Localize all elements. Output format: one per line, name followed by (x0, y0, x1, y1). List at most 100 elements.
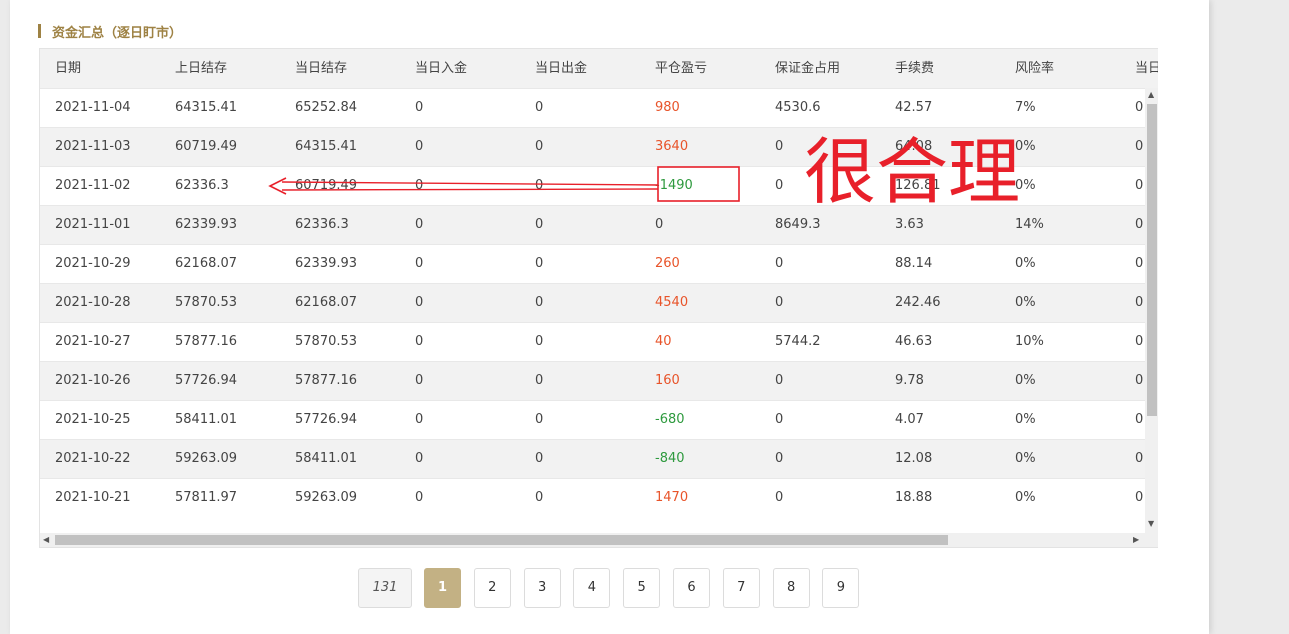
cell-withdrawal: 0 (535, 373, 544, 388)
cell-risk-rate: 7% (1015, 100, 1036, 115)
cell-margin-used: 0 (775, 412, 784, 427)
column-header-curr-balance: 当日结存 (295, 61, 348, 76)
cell-extra: 0 (1135, 373, 1144, 388)
cell-close-pnl: -680 (655, 412, 685, 427)
cell-extra: 0 (1135, 100, 1144, 115)
scroll-down-icon[interactable]: ▼ (1148, 519, 1154, 528)
cell-withdrawal: 0 (535, 100, 544, 115)
cell-prev-balance: 60719.49 (175, 139, 238, 154)
cell-curr-balance: 59263.09 (295, 490, 358, 505)
column-header-fee: 手续费 (895, 61, 935, 76)
cell-margin-used: 4530.6 (775, 100, 821, 115)
cell-date: 2021-10-27 (55, 334, 131, 349)
cell-curr-balance: 57870.53 (295, 334, 358, 349)
cell-risk-rate: 0% (1015, 256, 1036, 271)
page-button-1[interactable]: 1 (424, 568, 461, 608)
cell-fee: 12.08 (895, 451, 933, 466)
cell-withdrawal: 0 (535, 451, 544, 466)
scroll-left-icon[interactable]: ◀ (43, 535, 49, 544)
page-button-9[interactable]: 9 (822, 568, 860, 608)
cell-withdrawal: 0 (535, 334, 544, 349)
cell-margin-used: 0 (775, 178, 784, 193)
page-button-6[interactable]: 6 (673, 568, 710, 608)
cell-close-pnl: 0 (655, 217, 664, 232)
cell-prev-balance: 59263.09 (175, 451, 238, 466)
cell-date: 2021-10-29 (55, 256, 131, 271)
cell-date: 2021-11-03 (55, 139, 131, 154)
cell-risk-rate: 0% (1015, 295, 1036, 310)
cell-fee: 4.07 (895, 412, 924, 427)
cell-deposit: 0 (415, 178, 424, 193)
table-header: 日期 上日结存 当日结存 当日入金 当日出金 平仓盈亏 保证金占用 手续费 风险率 当日 (40, 49, 1158, 88)
cell-withdrawal: 0 (535, 139, 544, 154)
cell-risk-rate: 0% (1015, 373, 1036, 388)
cell-close-pnl: 4540 (655, 295, 689, 310)
vertical-scroll-thumb[interactable] (1147, 104, 1157, 416)
cell-extra: 0 (1135, 256, 1144, 271)
table-row: 2021-10-21 57811.97 59263.09 0 0 1470 0 18.88 0%… (40, 478, 1145, 517)
cell-withdrawal: 0 (535, 256, 544, 271)
cell-deposit: 0 (415, 490, 424, 505)
cell-deposit: 0 (415, 334, 424, 349)
cell-fee: 88.14 (895, 256, 933, 271)
cell-risk-rate: 10% (1015, 334, 1044, 349)
cell-withdrawal: 0 (535, 295, 544, 310)
cell-curr-balance: 57877.16 (295, 373, 358, 388)
page-button-3[interactable]: 3 (523, 568, 561, 608)
horizontal-scroll-thumb[interactable] (55, 535, 948, 545)
cell-curr-balance: 58411.01 (295, 451, 358, 466)
scroll-right-icon[interactable]: ▶ (1133, 535, 1139, 544)
cell-date: 2021-11-02 (55, 178, 131, 193)
page-button-2[interactable]: 2 (473, 568, 511, 608)
cell-extra: 0 (1135, 451, 1144, 466)
cell-margin-used: 0 (775, 295, 784, 310)
cell-extra: 0 (1135, 490, 1144, 505)
vertical-scrollbar[interactable]: ▲ ▼ (1145, 88, 1158, 533)
cell-risk-rate: 0% (1015, 451, 1036, 466)
cell-withdrawal: 0 (535, 217, 544, 232)
annotation-text: 很合理 (804, 130, 1021, 214)
page-button-5[interactable]: 5 (623, 568, 661, 608)
cell-extra: 0 (1135, 217, 1144, 232)
cell-close-pnl: -1490 (655, 178, 693, 193)
cell-risk-rate: 0% (1015, 412, 1036, 427)
table-row: 2021-10-27 57877.16 57870.53 0 0 40 5744.2 46.6… (40, 322, 1145, 361)
cell-date: 2021-10-22 (55, 451, 131, 466)
table-row: 2021-11-04 64315.41 65252.84 0 0 980 4530.6 42.… (40, 88, 1145, 127)
cell-close-pnl: 3640 (655, 139, 689, 154)
scroll-up-icon[interactable]: ▲ (1148, 90, 1154, 99)
page-button-7[interactable]: 7 (722, 568, 760, 608)
cell-deposit: 0 (415, 217, 424, 232)
cell-deposit: 0 (415, 451, 424, 466)
cell-withdrawal: 0 (535, 178, 544, 193)
horizontal-scrollbar[interactable]: ◀ ▶ (40, 533, 1158, 547)
page-button-8[interactable]: 8 (772, 568, 810, 608)
cell-prev-balance: 62168.07 (175, 256, 238, 271)
cell-extra: 0 (1135, 412, 1144, 427)
table-row: 2021-10-28 57870.53 62168.07 0 0 4540 0 242.46 0… (40, 283, 1145, 322)
cell-date: 2021-10-25 (55, 412, 131, 427)
table-row: 2021-10-26 57726.94 57877.16 0 0 160 0 9.78 0% 0 (40, 361, 1145, 400)
table-row: 2021-10-22 59263.09 58411.01 0 0 -840 0 12.08 0%… (40, 439, 1145, 478)
table-row: 2021-10-25 58411.01 57726.94 0 0 -680 0 4.07 0% 0 (40, 400, 1145, 439)
column-header-close-pnl: 平仓盈亏 (655, 61, 708, 76)
cell-margin-used: 0 (775, 490, 784, 505)
section-header: 资金汇总（逐日盯市） (38, 22, 182, 41)
page-button-4[interactable]: 4 (573, 568, 611, 608)
cell-curr-balance: 64315.41 (295, 139, 358, 154)
title-accent-bar (38, 24, 41, 38)
cell-prev-balance: 62339.93 (175, 217, 238, 232)
table-row: 2021-10-29 62168.07 62339.93 0 0 260 0 88.14 0% 0 (40, 244, 1145, 283)
cell-curr-balance: 62168.07 (295, 295, 358, 310)
cell-date: 2021-11-04 (55, 100, 131, 115)
cell-withdrawal: 0 (535, 412, 544, 427)
column-header-prev-balance: 上日结存 (175, 61, 228, 76)
cell-date: 2021-10-28 (55, 295, 131, 310)
cell-prev-balance: 57870.53 (175, 295, 238, 310)
cell-withdrawal: 0 (535, 490, 544, 505)
cell-curr-balance: 62339.93 (295, 256, 358, 271)
cell-prev-balance: 57726.94 (175, 373, 238, 388)
cell-margin-used: 0 (775, 139, 784, 154)
cell-date: 2021-11-01 (55, 217, 131, 232)
column-header-withdrawal: 当日出金 (535, 61, 588, 76)
